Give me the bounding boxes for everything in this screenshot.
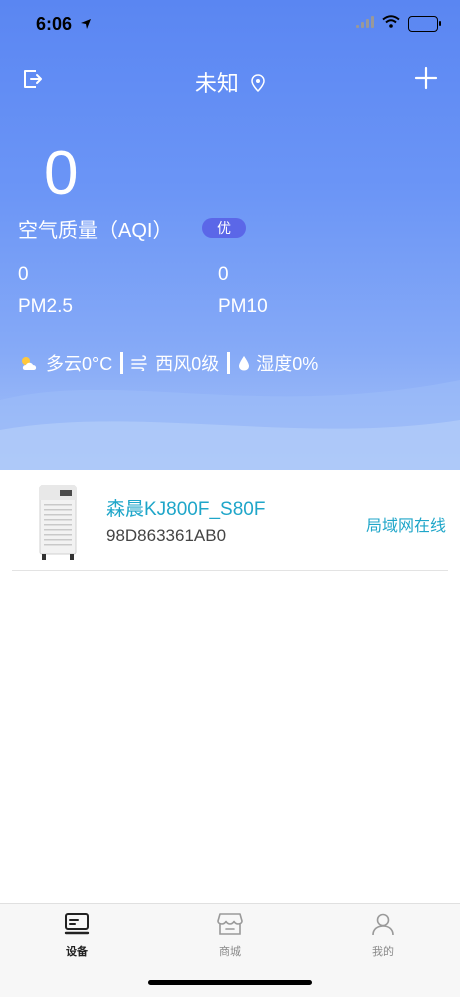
map-pin-icon: [251, 72, 265, 98]
person-tab-icon: [372, 913, 394, 936]
add-device-button[interactable]: [414, 66, 438, 95]
aqi-value: 0: [44, 139, 79, 208]
status-bar: 6:06: [0, 0, 460, 50]
top-nav: 未知: [0, 58, 460, 102]
device-list-item[interactable]: 森晨KJ800F_S80F 98D863361AB0 局域网在线: [12, 470, 448, 571]
weather-row: 多云0°C 西风0级 湿度0%: [18, 350, 318, 376]
device-tab-icon: [64, 913, 90, 935]
device-id: 98D863361AB0: [106, 526, 227, 545]
status-time: 6:06: [36, 14, 73, 34]
partly-cloudy-icon: [18, 354, 40, 372]
device-name: 森晨KJ800F_S80F: [106, 499, 266, 520]
divider: [120, 352, 124, 374]
store-tab-icon: [217, 913, 243, 935]
tab-devices[interactable]: 设备: [32, 912, 122, 959]
device-status: 局域网在线: [365, 518, 446, 535]
wifi-icon: [382, 15, 400, 33]
humidity-info: 湿度0%: [256, 354, 319, 374]
wind-icon: [131, 355, 149, 371]
tab-store[interactable]: 商城: [185, 912, 275, 959]
pm10-value: 0: [218, 264, 229, 285]
home-indicator: [148, 980, 312, 985]
air-purifier-image: [39, 485, 77, 560]
location-name: 未知: [194, 71, 239, 96]
pm10-label: PM10: [218, 296, 268, 317]
plus-icon: [414, 66, 438, 90]
tab-label: 设备: [66, 946, 88, 958]
signal-icon: [356, 15, 374, 33]
aqi-label: 空气质量（AQI）: [18, 220, 173, 242]
location-arrow-icon: [80, 17, 92, 35]
tab-label: 商城: [219, 946, 241, 958]
divider: [227, 352, 231, 374]
weather-condition: 多云0°C: [46, 354, 113, 374]
aqi-level-badge: 优: [202, 218, 246, 238]
battery-icon: [408, 16, 441, 32]
wind-info: 西风0级: [155, 354, 220, 374]
tab-profile[interactable]: 我的: [338, 912, 428, 959]
pm25-value: 0: [18, 264, 29, 285]
tab-label: 我的: [372, 946, 394, 958]
location-title[interactable]: 未知: [0, 66, 460, 98]
pm25-label: PM2.5: [18, 296, 73, 317]
humidity-drop-icon: [238, 355, 250, 371]
